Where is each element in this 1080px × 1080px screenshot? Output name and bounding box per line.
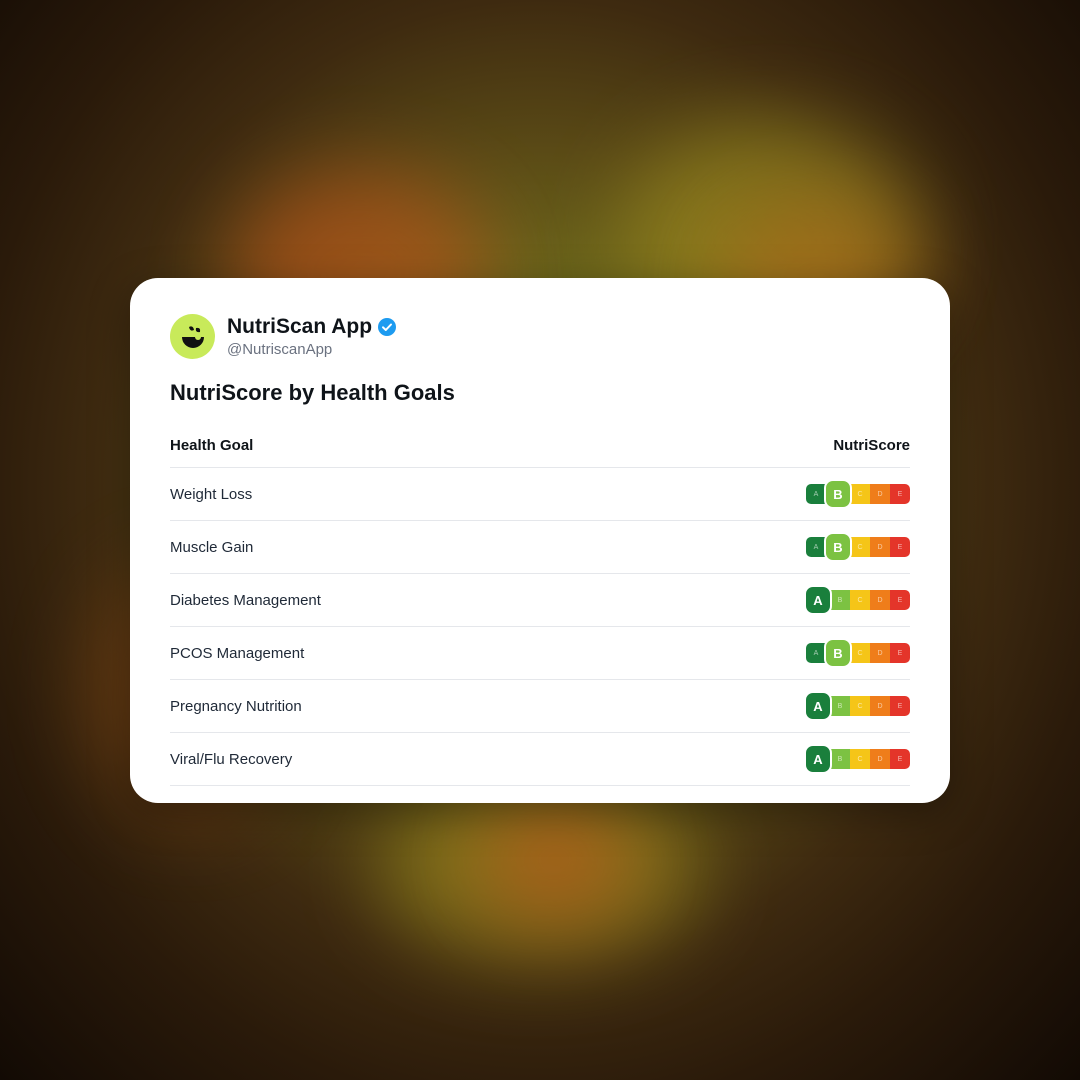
verified-badge-icon [377, 317, 397, 337]
nutriscore-letter-c: C [850, 537, 870, 557]
nutriscore-letter-a: A [806, 484, 826, 504]
nutriscore-letter-c: C [850, 590, 870, 610]
nutriscore-badge: ABCDE [804, 744, 910, 774]
table-body: Weight Loss A B C D E Muscle Gain A B C D E Diabetes… [170, 468, 910, 786]
nutriscore-letter-d: D [870, 484, 890, 504]
nutriscore-table: Health Goal NutriScore Weight Loss A B C D E M… [170, 423, 910, 786]
table-row: Muscle Gain A B C D E [170, 521, 910, 574]
leaf-smile-logo-icon [181, 325, 204, 348]
nutriscore-letter-c: C [850, 643, 870, 663]
nutriscore-letter-d: D [870, 590, 890, 610]
nutriscore-letter-c: C [850, 484, 870, 504]
nutriscore-letter-e: E [890, 484, 910, 504]
nutriscore-letter-d: D [870, 643, 890, 663]
nutriscore-letter-d: D [870, 696, 890, 716]
column-header-nutriscore: NutriScore [833, 436, 910, 454]
nutriscore-letter-c: C [850, 749, 870, 769]
nutriscore-letter-b: B [830, 749, 850, 769]
nutriscore-letter-e: E [890, 643, 910, 663]
nutriscore-letter-e: E [890, 696, 910, 716]
nutriscore-letter-b: B [824, 638, 852, 668]
nutriscore-letter-a: A [804, 585, 832, 615]
avatar[interactable] [170, 314, 215, 359]
health-goal-label: Weight Loss [170, 485, 253, 503]
nutriscore-letter-a: A [806, 537, 826, 557]
nutriscore-letter-b: B [830, 696, 850, 716]
account-handle[interactable]: @NutriscanApp [227, 341, 397, 359]
nutriscore-letter-d: D [870, 537, 890, 557]
table-row: Viral/Flu Recovery A B C D E [170, 733, 910, 786]
nutriscore-badge: ABCDE [806, 532, 910, 562]
health-goal-label: Diabetes Management [170, 591, 321, 609]
table-row: Weight Loss A B C D E [170, 468, 910, 521]
health-goal-label: PCOS Management [170, 644, 305, 662]
post-card: NutriScan App @NutriscanApp NutriScore b… [130, 278, 950, 803]
post-title: NutriScore by Health Goals [170, 380, 455, 405]
nutriscore-letter-b: B [824, 532, 852, 562]
nutriscore-letter-d: D [870, 749, 890, 769]
nutriscore-letter-a: A [804, 744, 832, 774]
column-header-health-goal: Health Goal [170, 436, 254, 454]
account-name[interactable]: NutriScan App [227, 315, 372, 339]
nutriscore-letter-b: B [830, 590, 850, 610]
health-goal-label: Pregnancy Nutrition [170, 697, 302, 715]
health-goal-label: Muscle Gain [170, 538, 254, 556]
nutriscore-letter-e: E [890, 590, 910, 610]
nutriscore-badge: ABCDE [804, 585, 910, 615]
health-goal-label: Viral/Flu Recovery [170, 750, 293, 768]
nutriscore-letter-c: C [850, 696, 870, 716]
post-header: NutriScan App @NutriscanApp [170, 314, 910, 359]
nutriscore-letter-b: B [824, 479, 852, 509]
nutriscore-badge: ABCDE [804, 691, 910, 721]
nutriscore-badge: ABCDE [806, 638, 910, 668]
nutriscore-letter-a: A [806, 643, 826, 663]
table-row: Pregnancy Nutrition A B C D E [170, 680, 910, 733]
nutriscore-letter-e: E [890, 537, 910, 557]
nutriscore-letter-e: E [890, 749, 910, 769]
table-row: PCOS Management A B C D E [170, 627, 910, 680]
nutriscore-letter-a: A [804, 691, 832, 721]
nutriscore-badge: ABCDE [806, 479, 910, 509]
table-header: Health Goal NutriScore [170, 423, 910, 468]
table-row: Diabetes Management A B C D E [170, 574, 910, 627]
